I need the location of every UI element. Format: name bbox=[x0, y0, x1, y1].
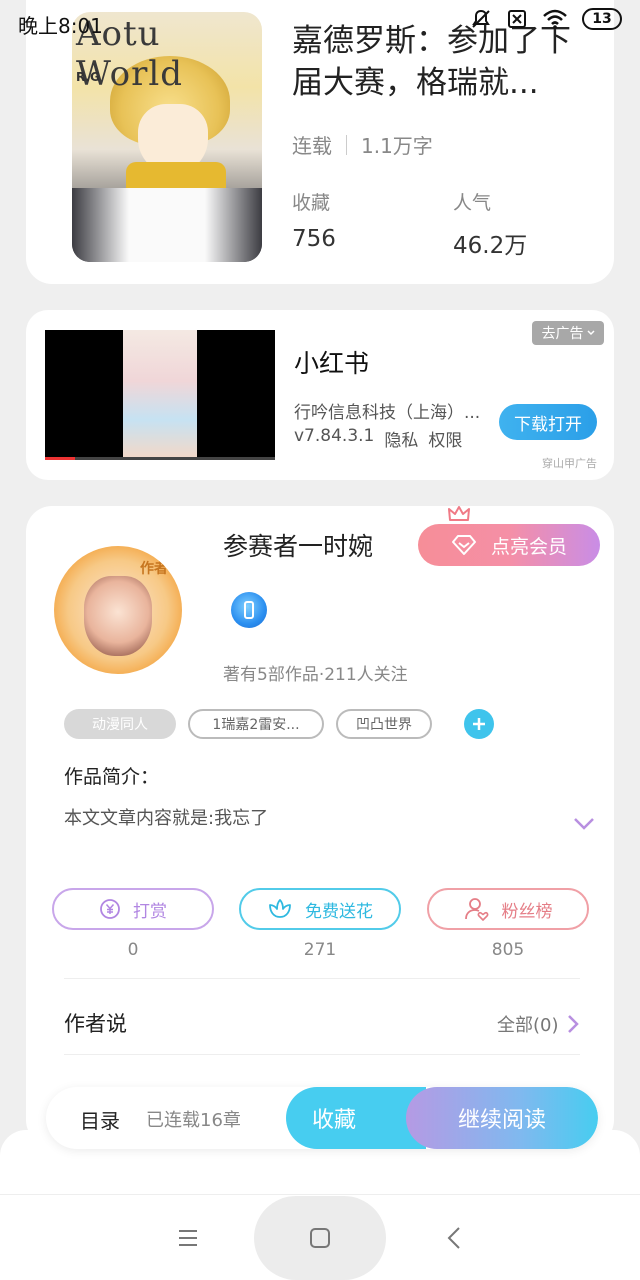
author-name[interactable]: 参赛者一时婉 bbox=[223, 527, 373, 563]
flower-icon bbox=[269, 899, 291, 918]
favorites-value: 756 bbox=[292, 226, 336, 252]
book-cover[interactable]: Aotu World R.G bbox=[72, 12, 262, 262]
free-flower-label: 免费送花 bbox=[305, 901, 373, 922]
popularity-label: 人气 bbox=[453, 192, 492, 214]
author-says-all-label: 全部(0) bbox=[497, 1015, 559, 1036]
battery-level: 13 bbox=[592, 11, 612, 27]
ad-video-progress bbox=[45, 457, 275, 460]
chapter-count: 已连载16章 bbox=[146, 1110, 241, 1131]
popularity-value: 46.2万 bbox=[453, 233, 528, 259]
home-icon[interactable] bbox=[304, 1222, 336, 1254]
status-icons: 13 bbox=[470, 8, 622, 30]
ad-privacy-link[interactable]: 隐私 bbox=[384, 426, 418, 451]
cover-title-text: Aotu World bbox=[76, 14, 183, 94]
divider bbox=[64, 1054, 580, 1055]
ad-download-button[interactable]: 下载打开 bbox=[499, 404, 597, 440]
plus-icon bbox=[473, 718, 485, 730]
back-icon[interactable] bbox=[438, 1222, 470, 1254]
ad-video-progress-fill bbox=[45, 457, 75, 460]
sim-off-icon bbox=[508, 10, 526, 28]
reward-label: 打赏 bbox=[133, 901, 167, 922]
ad-version: v7.84.3.1 bbox=[294, 426, 375, 446]
vip-button[interactable]: 点亮会员 bbox=[418, 524, 600, 566]
avatar-art bbox=[84, 576, 152, 656]
coin-icon bbox=[100, 899, 120, 919]
intro-label: 作品简介： bbox=[64, 766, 160, 788]
reward-button[interactable]: 打赏 bbox=[52, 888, 214, 930]
ad-close-button[interactable]: 去广告 bbox=[532, 321, 604, 345]
ad-close-label: 去广告 bbox=[541, 326, 584, 342]
ad-version-row: v7.84.3.1 隐私 权限 bbox=[294, 426, 462, 451]
author-stats: 著有5部作品·211人关注 bbox=[223, 665, 408, 685]
tag-item[interactable]: 凹凸世界 bbox=[336, 709, 432, 739]
wifi-icon bbox=[543, 9, 567, 29]
ad-company: 行吟信息科技（上海）... bbox=[294, 403, 481, 423]
tag-item[interactable]: 动漫同人 bbox=[64, 709, 176, 739]
continue-reading-button[interactable]: 继续阅读 bbox=[406, 1087, 598, 1149]
chevron-down-icon[interactable] bbox=[573, 817, 595, 831]
fan-ranking-label: 粉丝榜 bbox=[501, 901, 553, 922]
collect-button[interactable]: 收藏 bbox=[286, 1087, 426, 1149]
status-time: 晚上8:01 bbox=[18, 14, 103, 38]
diamond-icon bbox=[451, 535, 476, 555]
mute-icon bbox=[472, 9, 490, 28]
intro-text: 本文文章内容就是:我忘了 bbox=[64, 808, 269, 829]
menu-icon[interactable] bbox=[172, 1222, 204, 1254]
book-title: 嘉德罗斯：参加了下届大赛，格瑞就... bbox=[292, 23, 571, 101]
avatar[interactable]: 作者 bbox=[54, 546, 182, 674]
cover-art-jacket bbox=[72, 188, 262, 262]
chevron-right-icon bbox=[567, 1015, 579, 1033]
ad-source: 穿山甲广告 bbox=[542, 457, 597, 470]
ad-permission-link[interactable]: 权限 bbox=[428, 426, 462, 451]
chevron-down-icon bbox=[586, 330, 595, 336]
reward-count: 0 bbox=[127, 940, 139, 960]
add-tag-button[interactable] bbox=[464, 709, 494, 739]
reader-bar: 目录 已连载16章 收藏 继续阅读 bbox=[46, 1087, 598, 1149]
book-status: 连载 bbox=[292, 134, 332, 158]
battery-icon: 13 bbox=[582, 8, 622, 30]
fan-ranking-button[interactable]: 粉丝榜 bbox=[427, 888, 589, 930]
author-level-badge-icon bbox=[231, 592, 267, 628]
vip-label: 点亮会员 bbox=[490, 535, 567, 558]
author-avatar-badge: 作者 bbox=[140, 561, 168, 577]
author-says-all-link[interactable]: 全部(0) bbox=[497, 1011, 579, 1037]
free-flower-button[interactable]: 免费送花 bbox=[239, 888, 401, 930]
book-meta: 连载 1.1万字 bbox=[292, 130, 433, 159]
divider bbox=[64, 978, 580, 979]
fan-ranking-count: 805 bbox=[491, 940, 525, 960]
collect-label: 收藏 bbox=[311, 1108, 356, 1133]
tag-item[interactable]: 1瑞嘉2雷安... bbox=[188, 709, 324, 739]
favorites-label: 收藏 bbox=[292, 192, 331, 214]
ad-app-name: 小红书 bbox=[294, 349, 370, 378]
user-heart-icon bbox=[464, 898, 488, 921]
tag-list: 动漫同人 1瑞嘉2雷安... 凹凸世界 bbox=[64, 709, 494, 739]
free-flower-count: 271 bbox=[303, 940, 337, 960]
meta-divider bbox=[346, 134, 347, 155]
book-word-count: 1.1万字 bbox=[361, 134, 433, 158]
cover-tag: R.G bbox=[76, 70, 100, 84]
ad-video-frame bbox=[123, 330, 197, 458]
toc-button[interactable]: 目录 bbox=[80, 1105, 120, 1134]
author-says-title: 作者说 bbox=[64, 1012, 127, 1036]
ad-video[interactable] bbox=[45, 330, 275, 460]
crown-icon bbox=[448, 506, 470, 521]
